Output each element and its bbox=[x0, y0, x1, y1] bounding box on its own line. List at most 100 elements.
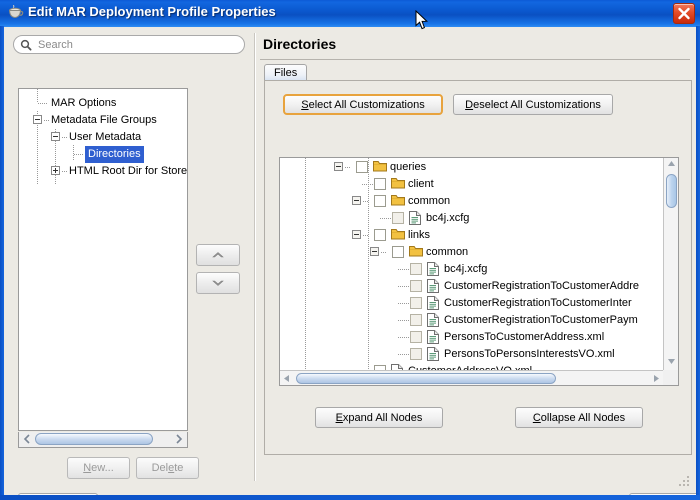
file-tree-row-label: client bbox=[408, 178, 434, 190]
deselect-all-customizations-button[interactable]: Deselect All Customizations bbox=[453, 94, 613, 115]
file-tree-body: queries client common bc4j.xcfg links common b… bbox=[280, 158, 663, 370]
tree-connector bbox=[398, 337, 409, 338]
scrollbar-thumb[interactable] bbox=[35, 433, 153, 445]
tree-connector bbox=[363, 235, 369, 236]
file-checkbox[interactable] bbox=[410, 331, 422, 343]
delete-button[interactable]: Delete bbox=[136, 457, 199, 479]
file-tree-horizontal-scrollbar[interactable] bbox=[280, 370, 663, 385]
collapse-all-label: Collapse All Nodes bbox=[532, 411, 626, 424]
file-tree-row[interactable]: PersonsToPersonsInterestsVO.xml bbox=[280, 345, 663, 362]
scrollbar-thumb[interactable] bbox=[666, 174, 677, 208]
file-checkbox[interactable] bbox=[392, 246, 404, 258]
panel-splitter[interactable] bbox=[254, 33, 256, 481]
coffee-cup-icon bbox=[7, 4, 24, 22]
sidebar-horizontal-scrollbar[interactable] bbox=[18, 432, 188, 448]
sidebar-item-mar-options[interactable]: MAR Options bbox=[19, 94, 187, 111]
select-all-customizations-button[interactable]: Select All Customizations bbox=[283, 94, 443, 115]
collapse-all-nodes-button[interactable]: Collapse All Nodes bbox=[515, 407, 643, 428]
search-input[interactable] bbox=[36, 37, 226, 52]
file-tree-row[interactable]: queries bbox=[280, 158, 663, 175]
file-tree-row[interactable]: CustomerRegistrationToCustomerInter bbox=[280, 294, 663, 311]
move-up-button[interactable] bbox=[196, 244, 240, 266]
tree-collapse-toggle-icon[interactable] bbox=[334, 162, 343, 171]
sidebar-item-directories[interactable]: Directories bbox=[19, 145, 187, 163]
file-checkbox[interactable] bbox=[410, 297, 422, 309]
navigation-tree-body: MAR Options Metadata File Groups User Me… bbox=[19, 89, 187, 185]
files-tab-panel: Select All Customizations Deselect All C… bbox=[264, 80, 692, 455]
tree-expand-toggle-icon[interactable] bbox=[51, 166, 60, 175]
tree-collapse-toggle-icon[interactable] bbox=[33, 115, 42, 124]
file-checkbox[interactable] bbox=[392, 212, 404, 224]
window-border-right bbox=[696, 26, 700, 500]
scroll-left-icon[interactable] bbox=[282, 373, 291, 385]
file-tree-row[interactable]: bc4j.xcfg bbox=[280, 209, 663, 226]
select-all-label: Select All Customizations bbox=[301, 98, 425, 111]
resize-grip[interactable] bbox=[678, 475, 690, 487]
sidebar-item-metadata-file-groups[interactable]: Metadata File Groups bbox=[19, 111, 187, 128]
file-checkbox[interactable] bbox=[374, 229, 386, 241]
dialog-client-area: MAR Options Metadata File Groups User Me… bbox=[4, 27, 696, 495]
new-button[interactable]: New... bbox=[67, 457, 130, 479]
file-tree-row[interactable]: CustomerAddressVO.xml bbox=[280, 362, 663, 370]
file-tree-row-label: bc4j.xcfg bbox=[426, 212, 470, 224]
file-checkbox[interactable] bbox=[356, 161, 368, 173]
scroll-right-icon[interactable] bbox=[652, 373, 661, 385]
ok-button[interactable]: OK bbox=[629, 493, 696, 495]
scroll-right-icon[interactable] bbox=[172, 432, 186, 446]
tree-collapse-toggle-icon[interactable] bbox=[352, 196, 361, 205]
scrollbar-corner bbox=[663, 370, 678, 385]
help-button[interactable]: Help bbox=[18, 493, 98, 495]
sidebar-panel: MAR Options Metadata File Groups User Me… bbox=[4, 27, 250, 495]
scroll-up-icon[interactable] bbox=[666, 159, 677, 171]
tree-connector bbox=[398, 354, 409, 355]
sidebar-item-html-root-dir[interactable]: HTML Root Dir for StoreFr bbox=[19, 162, 187, 179]
tree-connector bbox=[345, 167, 351, 168]
tree-connector bbox=[62, 171, 68, 172]
search-box[interactable] bbox=[13, 35, 245, 54]
file-tree-row[interactable]: PersonsToCustomerAddress.xml bbox=[280, 328, 663, 345]
expand-all-nodes-button[interactable]: Expand All Nodes bbox=[315, 407, 443, 428]
file-tree-row[interactable]: bc4j.xcfg bbox=[280, 260, 663, 277]
tree-connector bbox=[398, 303, 409, 304]
scroll-left-icon[interactable] bbox=[20, 432, 34, 446]
file-tree-row-label: common bbox=[408, 195, 451, 207]
file-checkbox[interactable] bbox=[410, 263, 422, 275]
sidebar-item-label: MAR Options bbox=[51, 97, 117, 109]
file-tree-row[interactable]: client bbox=[280, 175, 663, 192]
close-button[interactable] bbox=[673, 3, 695, 24]
file-checkbox[interactable] bbox=[410, 280, 422, 292]
file-tree-row-label: CustomerRegistrationToCustomerInter bbox=[444, 297, 632, 309]
scroll-down-icon[interactable] bbox=[666, 357, 677, 369]
file-checkbox[interactable] bbox=[374, 178, 386, 190]
tree-connector bbox=[380, 218, 391, 219]
file-tree-row[interactable]: CustomerRegistrationToCustomerPaym bbox=[280, 311, 663, 328]
tree-connector bbox=[381, 252, 387, 253]
tab-files[interactable]: Files bbox=[264, 64, 308, 81]
file-tree-row[interactable]: common bbox=[280, 192, 663, 209]
file-checkbox[interactable] bbox=[410, 348, 422, 360]
scrollbar-thumb[interactable] bbox=[296, 373, 556, 384]
tree-collapse-toggle-icon[interactable] bbox=[51, 132, 60, 141]
navigation-tree[interactable]: MAR Options Metadata File Groups User Me… bbox=[18, 88, 188, 431]
close-icon bbox=[678, 7, 690, 20]
file-tree-row[interactable]: CustomerRegistrationToCustomerAddre bbox=[280, 277, 663, 294]
move-down-button[interactable] bbox=[196, 272, 240, 294]
file-tree-row[interactable]: links bbox=[280, 226, 663, 243]
file-tree-row[interactable]: common bbox=[280, 243, 663, 260]
sidebar-item-label: Directories bbox=[85, 146, 144, 163]
tree-collapse-toggle-icon[interactable] bbox=[352, 230, 361, 239]
file-tree[interactable]: queries client common bc4j.xcfg links common b… bbox=[279, 157, 679, 386]
title-bar[interactable]: Edit MAR Deployment Profile Properties bbox=[0, 0, 700, 27]
file-checkbox[interactable] bbox=[374, 195, 386, 207]
file-tree-vertical-scrollbar[interactable] bbox=[663, 158, 678, 370]
tab-files-label: Files bbox=[274, 67, 298, 79]
sidebar-item-label: User Metadata bbox=[69, 131, 142, 143]
file-checkbox[interactable] bbox=[410, 314, 422, 326]
tree-collapse-toggle-icon[interactable] bbox=[370, 247, 379, 256]
file-tree-row-label: common bbox=[426, 246, 469, 258]
file-tree-row-label: CustomerRegistrationToCustomerAddre bbox=[444, 280, 640, 292]
tree-connector bbox=[62, 137, 68, 138]
file-tree-row-label: CustomerRegistrationToCustomerPaym bbox=[444, 314, 638, 326]
file-tree-row-label: PersonsToCustomerAddress.xml bbox=[444, 331, 605, 343]
sidebar-item-user-metadata[interactable]: User Metadata bbox=[19, 128, 187, 145]
